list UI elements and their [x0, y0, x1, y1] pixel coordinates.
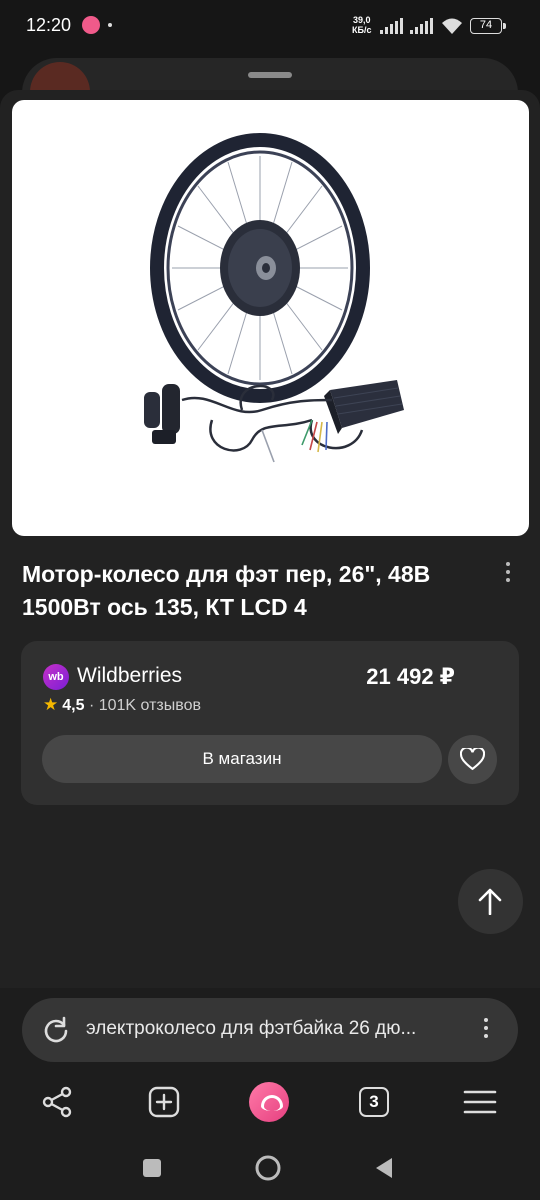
share-icon[interactable]: [38, 1082, 78, 1122]
recents-square-icon[interactable]: [142, 1158, 162, 1178]
notification-dot-icon: [108, 23, 112, 27]
status-time: 12:20: [26, 15, 72, 35]
scroll-to-top-button[interactable]: [458, 869, 523, 934]
rating-row: ★ 4,5 · 101K отзывов: [43, 695, 201, 715]
product-image[interactable]: [12, 100, 529, 536]
signal-2-icon: [410, 18, 434, 34]
product-title: Мотор-колесо для фэт пер, 26", 48В 1500В…: [22, 561, 431, 620]
price: 21 492 ₽: [366, 664, 455, 689]
new-tab-icon[interactable]: [144, 1082, 184, 1122]
offer-card: wb Wildberries 21 492 ₽ ★ 4,5 · 101K отзы…: [21, 641, 519, 805]
back-triangle-icon[interactable]: [372, 1156, 396, 1180]
refresh-icon[interactable]: [42, 1016, 70, 1044]
network-speed-value: 39,0: [352, 15, 371, 25]
search-more-icon[interactable]: [478, 1018, 494, 1044]
network-speed: 39,0 КБ/с: [352, 15, 371, 35]
go-to-store-button[interactable]: В магазин: [42, 735, 442, 783]
tabs-button[interactable]: 3: [359, 1087, 389, 1117]
battery-icon: 74: [470, 18, 506, 34]
menu-icon[interactable]: [460, 1082, 500, 1122]
home-circle-icon[interactable]: [254, 1154, 282, 1182]
wifi-icon: [442, 18, 462, 34]
rating-value: 4,5: [62, 697, 85, 714]
search-query[interactable]: электроколесо для фэтбайка 26 дю...: [86, 1018, 471, 1040]
signal-1-icon: [380, 18, 404, 34]
screen: 12:20 39,0 КБ/с 74 Мотор-колесо для фэт …: [0, 0, 540, 1200]
arrow-up-icon: [478, 888, 502, 915]
network-speed-unit: КБ/с: [352, 25, 372, 35]
star-icon: ★: [43, 695, 59, 714]
heart-icon: [460, 748, 485, 771]
reviews-count: · 101K отзывов: [88, 697, 201, 714]
wildberries-logo-icon: wb: [43, 664, 69, 690]
system-navigation-bar: [0, 1136, 540, 1200]
favorite-button[interactable]: [448, 735, 497, 784]
more-options-icon[interactable]: [500, 562, 516, 586]
notification-app-icon: [82, 16, 100, 34]
alice-assistant-button[interactable]: [249, 1082, 289, 1122]
motor-wheel-illustration: [144, 133, 404, 463]
search-bar[interactable]: электроколесо для фэтбайка 26 дю...: [22, 998, 518, 1062]
drag-handle[interactable]: [248, 72, 292, 78]
status-bar: 12:20 39,0 КБ/с 74: [0, 0, 540, 52]
store-name[interactable]: Wildberries: [77, 664, 182, 688]
